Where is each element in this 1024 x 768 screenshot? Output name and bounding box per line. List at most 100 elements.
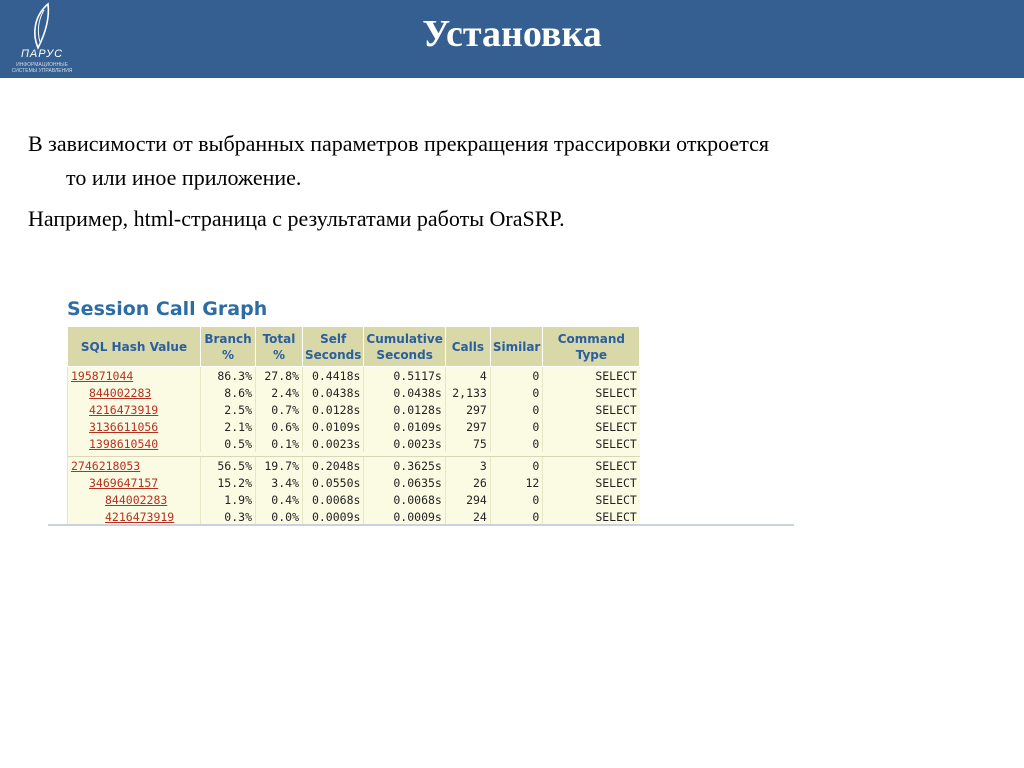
calls-cell: 2,133 — [444, 384, 491, 401]
table-row: 844002283 1.9% 0.4% 0.0068s 0.0068s 294 … — [67, 491, 640, 508]
similar-cell: 0 — [489, 384, 543, 401]
total-cell: 19.7% — [255, 456, 303, 474]
self-cell: 0.2048s — [301, 456, 364, 474]
hash-cell: 3469647157 — [67, 474, 201, 491]
column-header[interactable]: Calls — [444, 326, 491, 367]
hash-cell: 1398610540 — [67, 435, 201, 452]
paragraph-1-line-1: В зависимости от выбранных параметров пр… — [28, 131, 769, 156]
calls-cell: 297 — [444, 418, 491, 435]
total-cell: 3.4% — [255, 474, 303, 491]
calls-cell: 294 — [444, 491, 491, 508]
slide-title: Установка — [422, 13, 602, 55]
total-cell: 2.4% — [255, 384, 303, 401]
similar-cell: 0 — [489, 435, 543, 452]
paragraph-1: В зависимости от выбранных параметров пр… — [28, 127, 998, 195]
section-title: Session Call Graph — [67, 298, 268, 320]
sql-hash-link[interactable]: 844002283 — [89, 386, 151, 400]
similar-cell: 12 — [489, 474, 543, 491]
calls-cell: 26 — [444, 474, 491, 491]
branch-cell: 86.3% — [200, 366, 256, 384]
calls-cell: 297 — [444, 401, 491, 418]
cumulative-cell: 0.0009s — [363, 508, 446, 525]
cumulative-cell: 0.0438s — [363, 384, 446, 401]
cumulative-cell: 0.0068s — [363, 491, 446, 508]
command-cell: SELECT — [542, 456, 640, 474]
branch-cell: 2.5% — [200, 401, 256, 418]
column-header[interactable]: Similar — [489, 326, 544, 367]
hash-cell: 2746218053 — [67, 456, 201, 474]
paragraph-1-line-2: то или иное приложение. — [66, 165, 302, 190]
self-cell: 0.4418s — [301, 366, 364, 384]
similar-cell: 0 — [489, 508, 543, 525]
similar-cell: 0 — [489, 456, 543, 474]
self-cell: 0.0009s — [301, 508, 364, 525]
table-row: 195871044 86.3% 27.8% 0.4418s 0.5117s 4 … — [67, 366, 640, 384]
table-row: 4216473919 2.5% 0.7% 0.0128s 0.0128s 297… — [67, 401, 640, 418]
command-cell: SELECT — [542, 435, 640, 452]
table-header-row: SQL Hash Value Branch % Total % Self Sec… — [67, 326, 641, 367]
total-cell: 0.1% — [255, 435, 303, 452]
sql-hash-link[interactable]: 4216473919 — [105, 510, 174, 524]
command-cell: SELECT — [542, 401, 640, 418]
branch-cell: 1.9% — [200, 491, 256, 508]
hash-cell: 195871044 — [67, 366, 201, 384]
branch-cell: 0.3% — [200, 508, 256, 525]
calls-cell: 75 — [444, 435, 491, 452]
branch-cell: 15.2% — [200, 474, 256, 491]
sql-hash-link[interactable]: 844002283 — [105, 493, 167, 507]
similar-cell: 0 — [489, 491, 543, 508]
screenshot-bottom-edge — [48, 524, 794, 526]
hash-cell: 4216473919 — [67, 508, 201, 525]
similar-cell: 0 — [489, 366, 543, 384]
self-cell: 0.0550s — [301, 474, 364, 491]
command-cell: SELECT — [542, 508, 640, 525]
hash-cell: 4216473919 — [67, 401, 201, 418]
sql-hash-link[interactable]: 3136611056 — [89, 420, 158, 434]
calls-cell: 4 — [444, 366, 491, 384]
command-cell: SELECT — [542, 418, 640, 435]
column-header[interactable]: Total % — [255, 326, 303, 367]
table-row: 844002283 8.6% 2.4% 0.0438s 0.0438s 2,13… — [67, 384, 640, 401]
total-cell: 0.6% — [255, 418, 303, 435]
sql-hash-link[interactable]: 4216473919 — [89, 403, 158, 417]
total-cell: 0.4% — [255, 491, 303, 508]
command-cell: SELECT — [542, 491, 640, 508]
self-cell: 0.0109s — [301, 418, 364, 435]
similar-cell: 0 — [489, 401, 543, 418]
total-cell: 0.0% — [255, 508, 303, 525]
command-cell: SELECT — [542, 384, 640, 401]
self-cell: 0.0438s — [301, 384, 364, 401]
table-row: 3136611056 2.1% 0.6% 0.0109s 0.0109s 297… — [67, 418, 640, 435]
cumulative-cell: 0.3625s — [363, 456, 446, 474]
column-header[interactable]: Self Seconds — [301, 326, 365, 367]
table-row: 2746218053 56.5% 19.7% 0.2048s 0.3625s 3… — [67, 456, 640, 474]
total-cell: 27.8% — [255, 366, 303, 384]
self-cell: 0.0023s — [301, 435, 364, 452]
sql-hash-link[interactable]: 2746218053 — [71, 459, 140, 473]
column-header[interactable]: Cumulative Seconds — [363, 326, 446, 367]
cumulative-cell: 0.0109s — [363, 418, 446, 435]
hash-cell: 844002283 — [67, 384, 201, 401]
branch-cell: 8.6% — [200, 384, 256, 401]
branch-cell: 56.5% — [200, 456, 256, 474]
calls-cell: 3 — [444, 456, 491, 474]
sql-hash-link[interactable]: 195871044 — [71, 369, 133, 383]
cumulative-cell: 0.5117s — [363, 366, 446, 384]
table-row: 1398610540 0.5% 0.1% 0.0023s 0.0023s 75 … — [67, 435, 640, 452]
sql-hash-link[interactable]: 1398610540 — [89, 437, 158, 451]
column-header[interactable]: Branch % — [200, 326, 256, 367]
hash-cell: 844002283 — [67, 491, 201, 508]
cumulative-cell: 0.0023s — [363, 435, 446, 452]
cumulative-cell: 0.0635s — [363, 474, 446, 491]
command-cell: SELECT — [542, 474, 640, 491]
calls-cell: 24 — [444, 508, 491, 525]
command-cell: SELECT — [542, 366, 640, 384]
branch-cell: 2.1% — [200, 418, 256, 435]
column-header[interactable]: Command Type — [542, 326, 641, 367]
table-row: 4216473919 0.3% 0.0% 0.0009s 0.0009s 24 … — [67, 508, 640, 525]
self-cell: 0.0128s — [301, 401, 364, 418]
column-header[interactable]: SQL Hash Value — [67, 326, 201, 367]
sql-hash-link[interactable]: 3469647157 — [89, 476, 158, 490]
cumulative-cell: 0.0128s — [363, 401, 446, 418]
paragraph-2: Например, html-страница с результатами р… — [28, 206, 565, 231]
